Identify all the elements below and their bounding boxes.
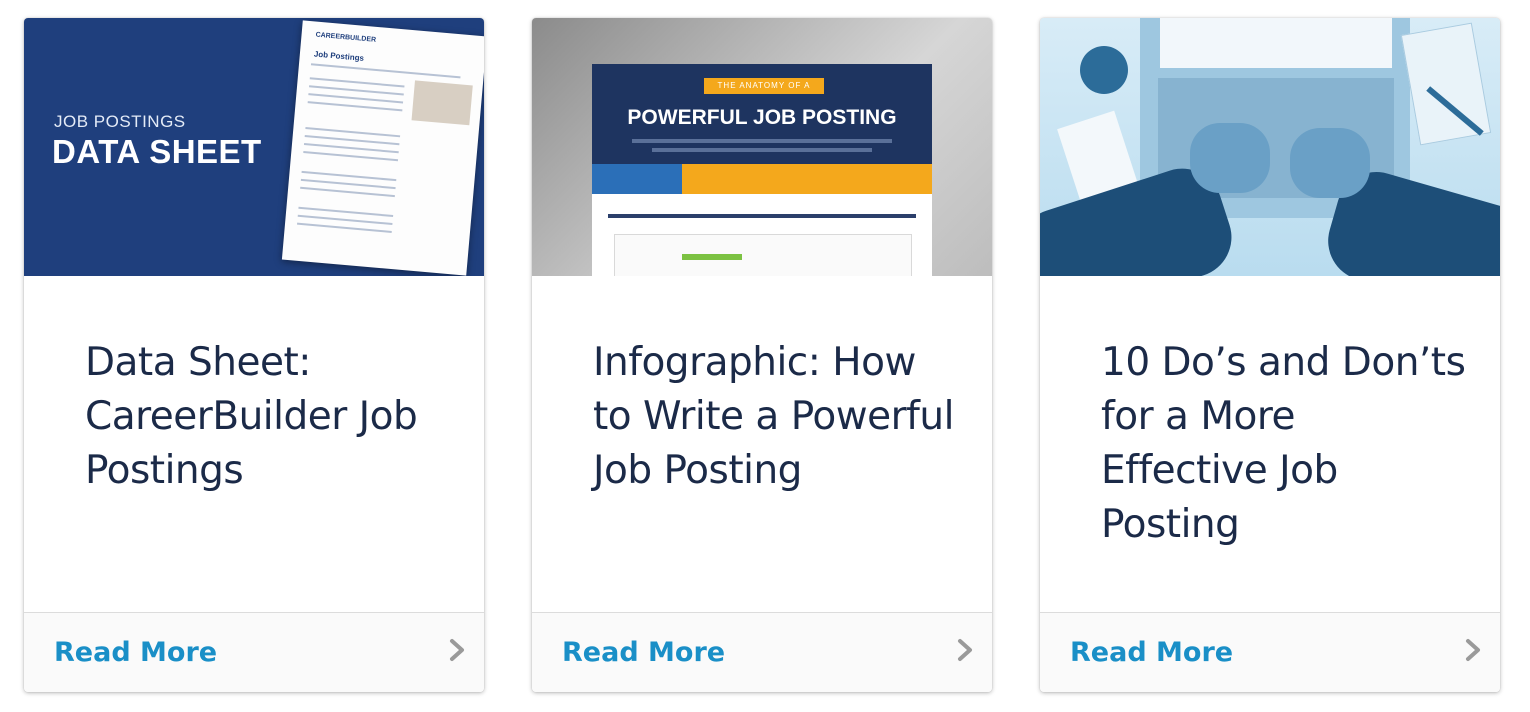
resource-card-grid: JOB POSTINGS DATA SHEET CAREERBUILDER Jo… (0, 0, 1530, 712)
poster-headline: POWERFUL JOB POSTING (627, 106, 897, 129)
chevron-right-icon[interactable] (444, 635, 470, 665)
card-footer[interactable]: Read More (532, 612, 992, 692)
card-thumbnail[interactable]: JOB POSTINGS DATA SHEET CAREERBUILDER Jo… (24, 18, 484, 276)
card-title[interactable]: Data Sheet: CareerBuilder Job Postings (85, 336, 455, 498)
resource-card-dos-donts[interactable]: 10 Do’s and Don’ts for a More Effective … (1040, 18, 1500, 692)
read-more-link[interactable]: Read More (1070, 637, 1233, 668)
infographic-poster-image: THE ANATOMY OF A POWERFUL JOB POSTING (592, 64, 932, 276)
data-sheet-document-image: CAREERBUILDER Job Postings (281, 20, 484, 276)
thumbnail-label-big: DATA SHEET (52, 133, 262, 170)
card-footer[interactable]: Read More (24, 612, 484, 692)
chevron-right-icon[interactable] (1460, 635, 1486, 665)
poster-ribbon: THE ANATOMY OF A (704, 78, 824, 94)
thumbnail-label-small: JOB POSTINGS (54, 112, 186, 131)
resource-card-infographic[interactable]: THE ANATOMY OF A POWERFUL JOB POSTING In… (532, 18, 992, 692)
card-title[interactable]: Infographic: How to Write a Powerful Job… (593, 336, 963, 498)
card-thumbnail[interactable] (1040, 18, 1500, 276)
card-footer[interactable]: Read More (1040, 612, 1500, 692)
read-more-link[interactable]: Read More (562, 637, 725, 668)
chevron-right-icon[interactable] (952, 635, 978, 665)
sheet-photo (411, 80, 473, 126)
card-title[interactable]: 10 Do’s and Don’ts for a More Effective … (1101, 336, 1471, 552)
coffee-cup-image (1080, 46, 1128, 94)
sheet-heading: Job Postings (313, 49, 365, 63)
read-more-link[interactable]: Read More (54, 637, 217, 668)
careerbuilder-logo: CAREERBUILDER (315, 31, 377, 44)
resource-card-data-sheet[interactable]: JOB POSTINGS DATA SHEET CAREERBUILDER Jo… (24, 18, 484, 692)
card-thumbnail[interactable]: THE ANATOMY OF A POWERFUL JOB POSTING (532, 18, 992, 276)
